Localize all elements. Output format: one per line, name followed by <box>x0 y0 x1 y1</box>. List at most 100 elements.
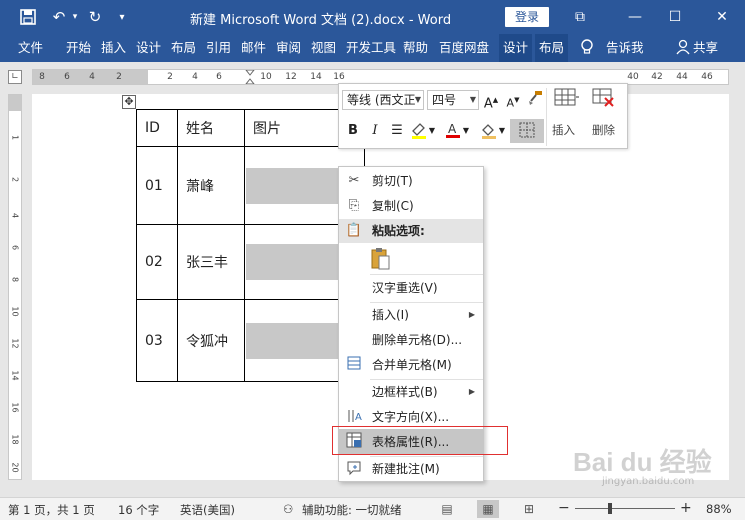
undo-icon[interactable]: ↶ <box>48 8 70 26</box>
ribbon-display-options-icon[interactable]: ⧉ <box>568 6 592 28</box>
menu-item-border-styles[interactable]: 边框样式(B) ▶ <box>339 380 483 404</box>
tab-baidu-netdisk[interactable]: 百度网盘 <box>439 34 489 62</box>
grow-font-icon[interactable]: A▲ <box>481 90 501 111</box>
print-layout-icon[interactable]: ▦ <box>477 500 499 518</box>
table-move-handle-icon[interactable]: ✥ <box>122 95 136 109</box>
zoom-out-button[interactable]: − <box>558 500 570 516</box>
ruler-number: 18 <box>10 434 20 445</box>
font-size-dropdown[interactable]: 四号 ▼ <box>427 90 479 110</box>
ruler-number: 6 <box>10 244 20 251</box>
chevron-down-icon[interactable]: ▼ <box>497 121 507 141</box>
table-cell-name[interactable]: 令狐冲 <box>177 299 245 382</box>
ruler-number: 44 <box>676 72 688 82</box>
chevron-down-icon[interactable]: ▼ <box>461 121 471 141</box>
document-table[interactable]: ID 姓名 图片 01 萧峰 02 张三丰 03 令狐冲 <box>136 109 365 382</box>
table-header-cell[interactable]: 姓名 <box>177 109 245 147</box>
center-align-icon[interactable]: ☰ <box>387 121 407 141</box>
tab-table-layout[interactable]: 布局 <box>535 34 569 62</box>
tab-design[interactable]: 设计 <box>136 34 161 62</box>
borders-icon[interactable] <box>510 119 544 143</box>
tab-selector-icon[interactable]: ∟ <box>8 70 22 84</box>
page-count[interactable]: 第 1 页，共 1 页 <box>8 502 95 518</box>
login-button[interactable]: 登录 <box>505 7 549 27</box>
person-icon[interactable] <box>676 34 690 62</box>
zoom-level[interactable]: 88% <box>706 502 732 516</box>
menu-item-delete-cells[interactable]: 删除单元格(D)... <box>339 328 483 352</box>
insert-table-icon[interactable] <box>551 87 581 113</box>
font-color-icon[interactable]: A <box>443 121 463 141</box>
redo-icon[interactable]: ↻ <box>85 8 105 26</box>
image-placeholder[interactable] <box>246 322 346 359</box>
font-name-dropdown[interactable]: 等线 (西文正 ▼ <box>342 90 424 110</box>
menu-item-merge-cells[interactable]: 合并单元格(M) <box>339 353 483 377</box>
zoom-in-button[interactable]: + <box>680 500 692 516</box>
menu-item-text-direction[interactable]: A 文字方向(X)... <box>339 405 483 429</box>
font-size-value: 四号 <box>432 93 457 107</box>
tab-view[interactable]: 视图 <box>311 34 336 62</box>
zoom-slider-thumb[interactable] <box>608 503 612 514</box>
scissors-icon: ✂ <box>348 173 360 188</box>
shading-icon[interactable] <box>479 121 499 141</box>
title-bar: ↶ ▾ ↻ ▾ 新建 Microsoft Word 文档 (2).docx - … <box>0 0 745 34</box>
tab-home[interactable]: 开始 <box>66 34 91 62</box>
zoom-slider[interactable] <box>575 508 675 509</box>
restore-button[interactable]: ☐ <box>663 6 687 28</box>
image-placeholder[interactable] <box>246 244 346 280</box>
web-layout-icon[interactable]: ⊞ <box>518 500 540 518</box>
customize-toolbar-icon[interactable]: ▾ <box>115 8 129 26</box>
bold-button[interactable]: B <box>343 121 363 141</box>
tab-layout[interactable]: 布局 <box>171 34 196 62</box>
tab-file[interactable]: 文件 <box>18 34 43 62</box>
menu-item-label: 表格属性(R)... <box>372 435 450 449</box>
tab-references[interactable]: 引用 <box>206 34 231 62</box>
italic-button[interactable]: I <box>365 121 385 141</box>
image-placeholder[interactable] <box>246 167 346 204</box>
table-header-cell[interactable]: ID <box>136 109 178 147</box>
tab-help[interactable]: 帮助 <box>403 34 428 62</box>
delete-table-icon[interactable] <box>589 87 619 113</box>
word-count[interactable]: 16 个字 <box>118 502 159 518</box>
divider <box>546 88 547 146</box>
ruler-indent-marker-icon[interactable] <box>244 69 256 85</box>
table-cell-id[interactable]: 03 <box>136 299 178 382</box>
undo-dropdown-icon[interactable]: ▾ <box>70 8 80 26</box>
shrink-font-icon[interactable]: A▼ <box>503 90 523 110</box>
ruler-number: 14 <box>310 72 322 82</box>
delete-label[interactable]: 删除 <box>592 122 615 138</box>
tab-developer[interactable]: 开发工具 <box>346 34 396 62</box>
read-mode-icon[interactable]: ▤ <box>436 500 458 518</box>
tab-table-design[interactable]: 设计 <box>499 34 533 62</box>
accessibility-icon[interactable]: ⚇ <box>283 502 293 516</box>
menu-item-reconvert[interactable]: 汉字重选(V) <box>339 276 483 300</box>
highlight-color-icon[interactable] <box>409 121 429 141</box>
menu-item-copy[interactable]: ⎘ 复制(C) <box>339 194 483 218</box>
lightbulb-icon[interactable] <box>580 34 594 62</box>
language-indicator[interactable]: 英语(美国) <box>180 502 235 518</box>
menu-item-insert[interactable]: 插入(I) ▶ <box>339 303 483 327</box>
insert-label[interactable]: 插入 <box>552 122 575 138</box>
tab-mailings[interactable]: 邮件 <box>241 34 266 62</box>
table-cell-name[interactable]: 张三丰 <box>177 224 245 300</box>
chevron-down-icon[interactable]: ▼ <box>427 121 437 141</box>
menu-item-new-comment[interactable]: 新建批注(M) <box>339 457 483 481</box>
menu-item-label: 汉字重选(V) <box>372 281 438 295</box>
share-button[interactable]: 共享 <box>693 34 718 62</box>
menu-item-cut[interactable]: ✂ 剪切(T) <box>339 169 483 193</box>
ruler-number: 16 <box>10 402 20 413</box>
tab-review[interactable]: 审阅 <box>276 34 301 62</box>
table-cell-name[interactable]: 萧峰 <box>177 146 245 225</box>
table-cell-id[interactable]: 02 <box>136 224 178 300</box>
menu-item-table-properties[interactable]: 表格属性(R)... <box>339 429 483 455</box>
ribbon-tabs: 文件 开始 插入 设计 布局 引用 邮件 审阅 视图 开发工具 帮助 百度网盘 … <box>0 34 745 62</box>
paste-keep-format-icon[interactable] <box>371 247 391 271</box>
vertical-ruler[interactable]: 1 2 4 6 8 10 12 14 16 18 20 <box>8 94 22 480</box>
ruler-number: 4 <box>89 72 95 82</box>
save-icon[interactable] <box>18 8 38 26</box>
tab-insert[interactable]: 插入 <box>101 34 126 62</box>
table-cell-id[interactable]: 01 <box>136 146 178 225</box>
tell-me-search[interactable]: 告诉我 <box>606 34 644 62</box>
format-painter-icon[interactable] <box>525 90 545 110</box>
close-button[interactable]: ✕ <box>710 6 734 28</box>
accessibility-status[interactable]: 辅助功能: 一切就绪 <box>302 502 402 518</box>
minimize-button[interactable]: — <box>623 6 647 28</box>
